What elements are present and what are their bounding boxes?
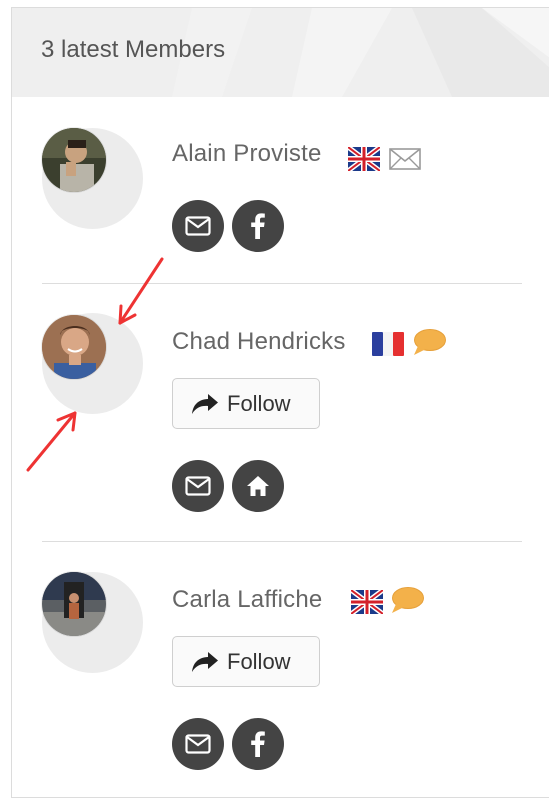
member-name[interactable]: Alain Proviste — [172, 140, 322, 168]
follow-button[interactable]: Follow — [172, 378, 320, 429]
share-arrow-icon — [192, 651, 218, 672]
speech-bubble-icon[interactable] — [390, 586, 424, 614]
follow-button-label: Follow — [227, 390, 291, 416]
avatar[interactable] — [42, 128, 106, 192]
member-name[interactable]: Carla Laffiche — [172, 586, 322, 614]
share-arrow-icon — [192, 393, 218, 414]
follow-button-label: Follow — [227, 648, 291, 674]
facebook-button[interactable] — [232, 718, 284, 770]
latest-members-widget: 3 latest Members Alain Proviste Chad Hen… — [11, 7, 549, 798]
member-divider — [42, 283, 522, 284]
envelope-icon — [185, 476, 211, 496]
uk-flag-icon — [348, 147, 380, 171]
facebook-icon — [251, 213, 265, 239]
facebook-icon — [251, 731, 265, 757]
widget-title: 3 latest Members — [41, 36, 226, 63]
member-name[interactable]: Chad Hendricks — [172, 328, 346, 356]
france-flag-icon — [372, 332, 404, 356]
envelope-icon — [185, 216, 211, 236]
message-button[interactable] — [172, 200, 224, 252]
envelope-outline-icon[interactable] — [389, 148, 421, 170]
member-divider — [42, 541, 522, 542]
follow-button[interactable]: Follow — [172, 636, 320, 687]
envelope-icon — [185, 734, 211, 754]
home-button[interactable] — [232, 460, 284, 512]
message-button[interactable] — [172, 718, 224, 770]
home-icon — [247, 476, 269, 496]
avatar[interactable] — [42, 572, 106, 636]
avatar[interactable] — [42, 315, 106, 379]
widget-header: 3 latest Members — [12, 8, 549, 97]
message-button[interactable] — [172, 460, 224, 512]
facebook-button[interactable] — [232, 200, 284, 252]
speech-bubble-icon[interactable] — [412, 328, 446, 356]
uk-flag-icon — [351, 590, 383, 614]
